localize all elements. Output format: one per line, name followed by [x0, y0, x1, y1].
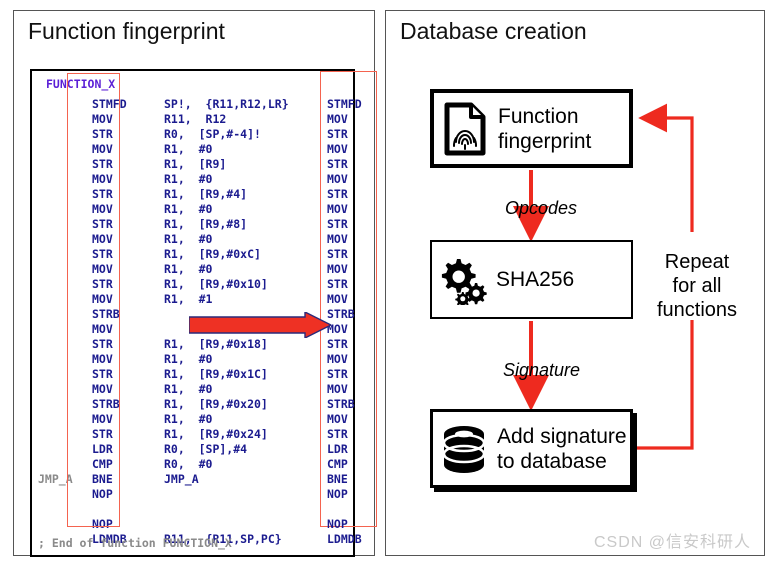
database-cylinder-icon [435, 418, 493, 480]
edge-label-signature: Signature [503, 360, 581, 380]
panel-title-function-fingerprint: Function fingerprint [28, 18, 225, 44]
extracted-mnemonic-column: STMFD MOV STR MOV STR MOV STR MOV STR MO… [327, 97, 362, 546]
loop-label-repeat-for-all-functions: Repeat for all functions [656, 251, 738, 321]
watermark: CSDN @信安科研人 [594, 534, 752, 551]
edge-label-opcodes: Opcodes [505, 198, 578, 218]
box-label-function-fingerprint: Function fingerprint [498, 104, 592, 153]
panel-title-database-creation: Database creation [400, 18, 587, 44]
function-fingerprint-panel: Function fingerprint FUNCTION_X JMP_A ST… [13, 10, 377, 557]
box-label-sha256: SHA256 [496, 268, 575, 291]
gears-icon [434, 249, 492, 311]
end-of-function-comment: ; End of function FUNCTION_X [38, 536, 232, 550]
box-add-signature-to-database[interactable]: Add signature to database [430, 409, 633, 488]
document-fingerprint-icon [436, 98, 494, 160]
box-label-add-signature-to-database: Add signature to database [497, 424, 627, 473]
box-sha256[interactable]: SHA256 [430, 240, 633, 319]
extraction-arrow-icon [189, 312, 331, 338]
mnemonic-selection-box [67, 73, 120, 527]
box-function-fingerprint[interactable]: Function fingerprint [430, 89, 633, 168]
